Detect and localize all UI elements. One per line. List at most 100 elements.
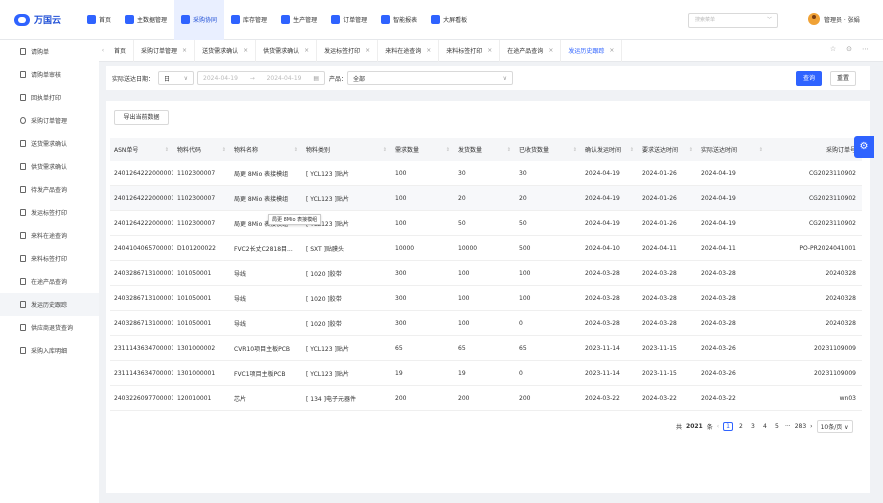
column-header[interactable]: 物料名称 ⇕ bbox=[230, 145, 302, 155]
top-nav-item[interactable]: 主数据管理 bbox=[118, 0, 174, 40]
logo[interactable]: 万国云 bbox=[14, 13, 80, 26]
close-icon[interactable]: × bbox=[426, 47, 431, 54]
sidebar-item[interactable]: 待发产品查询 bbox=[0, 178, 99, 201]
date-range-picker[interactable]: 2024-04-19 → 2024-04-19 ▤ bbox=[197, 71, 326, 85]
sidebar-item[interactable]: 采购入库明细 bbox=[0, 339, 99, 362]
sidebar-item[interactable]: 在途产品查询 bbox=[0, 270, 99, 293]
table-row[interactable]: 2311143634700001 1301000002 CVR10项目主板PCB [ … bbox=[110, 336, 862, 361]
sidebar-item[interactable]: 回执单打印 bbox=[0, 86, 99, 109]
sidebar-item[interactable]: 发运历史跟踪 bbox=[0, 293, 99, 316]
sort-icon[interactable]: ⇕ bbox=[294, 147, 298, 153]
sidebar-item[interactable]: 来料标签打印 bbox=[0, 247, 99, 270]
page-number[interactable]: 2 bbox=[737, 423, 745, 430]
tab-item[interactable]: 发运历史跟踪 × bbox=[561, 39, 623, 62]
search-button[interactable]: 查询 bbox=[796, 71, 822, 86]
column-header[interactable]: 采购订单号 bbox=[767, 145, 862, 154]
table-row[interactable]: 2403286713100001 101050001 导线 [ 1020 ]胶带 300… bbox=[110, 261, 862, 286]
top-nav-item[interactable]: 库存管理 bbox=[224, 0, 274, 40]
close-icon[interactable]: × bbox=[243, 47, 248, 54]
tab-item[interactable]: 在途产品查询 × bbox=[500, 39, 562, 62]
table-cell: 101050001 bbox=[177, 294, 212, 302]
top-nav-item[interactable]: 生产管理 bbox=[274, 0, 324, 40]
user-menu[interactable]: 管理员 · 张娟 bbox=[808, 13, 860, 25]
close-icon[interactable]: × bbox=[182, 47, 187, 54]
tab-label: 送货需求确认 bbox=[202, 48, 239, 55]
table-row[interactable]: 2311143634700001 1301000001 FVC1项目主板PCB [ Y… bbox=[110, 361, 862, 386]
page-number[interactable]: 4 bbox=[761, 423, 769, 430]
sidebar-item[interactable]: 请购单 bbox=[0, 40, 99, 63]
sort-icon[interactable]: ⇕ bbox=[446, 147, 450, 153]
table-row[interactable]: 2403286713100001 101050001 导线 [ 1020 ]胶带 300… bbox=[110, 286, 862, 311]
table-row[interactable]: 2404104065700001 D101200022 FVC2长丈C2818目..… bbox=[110, 236, 862, 261]
column-header[interactable]: ASN单号 ⇕ bbox=[110, 145, 173, 155]
sidebar-item[interactable]: 请购单审核 bbox=[0, 63, 99, 86]
tab-item[interactable]: 发运标签打印 × bbox=[317, 39, 379, 62]
column-header[interactable]: 已收货数量 ⇕ bbox=[515, 145, 581, 155]
report-icon bbox=[381, 15, 391, 24]
table-row[interactable]: 2401264222000001 1102300007 局更 8Mio 表接模组[ … bbox=[110, 161, 862, 186]
column-header[interactable]: 物料类别 ⇕ bbox=[302, 145, 391, 155]
tab-item[interactable]: 送货需求确认 × bbox=[195, 39, 257, 62]
tab-item[interactable]: 采购订单管理 × bbox=[134, 39, 196, 62]
column-header[interactable]: 需求数量 ⇕ bbox=[391, 145, 454, 155]
top-nav-item[interactable]: 订单管理 bbox=[324, 0, 374, 40]
sort-icon[interactable]: ⇕ bbox=[630, 147, 634, 153]
sidebar-item[interactable]: 采购订单管理 bbox=[0, 109, 99, 132]
help-icon[interactable]: ⊙ bbox=[846, 45, 852, 53]
top-nav-item[interactable]: 采购协同 bbox=[174, 0, 225, 40]
tab-item[interactable]: 首页 bbox=[107, 39, 135, 62]
sort-icon[interactable]: ⇕ bbox=[759, 147, 763, 153]
next-page-icon[interactable]: › bbox=[810, 423, 812, 430]
close-icon[interactable]: × bbox=[609, 47, 614, 54]
close-icon[interactable]: × bbox=[365, 47, 370, 54]
close-icon[interactable]: × bbox=[304, 47, 309, 54]
tab-scroll-left-icon[interactable]: ‹ bbox=[99, 47, 107, 54]
top-nav-item[interactable]: 智能报表 bbox=[374, 0, 424, 40]
tab-item[interactable]: 来料在途查询 × bbox=[378, 39, 440, 62]
settings-gear-icon[interactable]: ⚙ bbox=[854, 136, 874, 158]
sort-icon[interactable]: ⇕ bbox=[573, 147, 577, 153]
sort-icon[interactable]: ⇕ bbox=[165, 147, 169, 153]
page-number-last[interactable]: 283 bbox=[795, 423, 806, 430]
product-select[interactable]: 全部 ∨ bbox=[347, 71, 514, 85]
table-row[interactable]: 2403286713100001 101050001 导线 [ 1020 ]胶带 300… bbox=[110, 311, 862, 336]
export-button[interactable]: 导出当前数据 bbox=[114, 110, 169, 125]
sidebar-item[interactable]: 发运标签打印 bbox=[0, 201, 99, 224]
column-header-label: 需求数量 bbox=[395, 147, 420, 154]
star-icon[interactable]: ☆ bbox=[830, 45, 836, 53]
column-header[interactable]: 要求送达时间 ⇕ bbox=[638, 145, 697, 155]
table-row[interactable]: 2401264222000001 1102300007 局更 8Mio 表接模组[ … bbox=[110, 211, 862, 236]
sidebar-item[interactable]: 来料在途查询 bbox=[0, 224, 99, 247]
sort-icon[interactable]: ⇕ bbox=[689, 147, 693, 153]
table-cell: 50 bbox=[519, 219, 527, 227]
page-number[interactable]: 5 bbox=[773, 423, 781, 430]
prev-page-icon[interactable]: ‹ bbox=[717, 423, 719, 430]
close-icon[interactable]: × bbox=[548, 47, 553, 54]
page-number[interactable]: 3 bbox=[749, 423, 757, 430]
column-header[interactable]: 确认发运时间 ⇕ bbox=[581, 145, 638, 155]
sort-icon[interactable]: ⇕ bbox=[383, 147, 387, 153]
page-ellipsis[interactable]: ··· bbox=[785, 423, 791, 430]
page-number[interactable]: 1 bbox=[723, 422, 733, 431]
table-row[interactable]: 2403226097700001 120010001 芯片 [ 134 ]电子元器件 2… bbox=[110, 386, 862, 411]
sort-icon[interactable]: ⇕ bbox=[222, 147, 226, 153]
sidebar-item[interactable]: 送货需求确认 bbox=[0, 132, 99, 155]
sort-icon[interactable]: ⇕ bbox=[507, 147, 511, 153]
more-icon[interactable]: ⋯ bbox=[862, 45, 869, 53]
column-header[interactable]: 实际送达时间 ⇕ bbox=[697, 145, 767, 155]
date-type-select[interactable]: 日 ∨ bbox=[158, 71, 195, 85]
table-cell: 300 bbox=[395, 269, 407, 277]
page-size-select[interactable]: 10条/页 ∨ bbox=[816, 420, 853, 433]
table-row[interactable]: 2401264222000001 1102300007 局更 8Mio 表接模组[ … bbox=[110, 186, 862, 211]
menu-search-input[interactable]: 搜索菜单 ﹀ bbox=[688, 13, 778, 28]
tab-item[interactable]: 来料标签打印 × bbox=[439, 39, 501, 62]
top-nav-item[interactable]: 大屏看板 bbox=[424, 0, 474, 40]
column-header[interactable]: 物料代码 ⇕ bbox=[173, 145, 230, 155]
sidebar-item[interactable]: 供应商退货查询 bbox=[0, 316, 99, 339]
column-header[interactable]: 发货数量 ⇕ bbox=[454, 145, 515, 155]
tab-item[interactable]: 供货需求确认 × bbox=[256, 39, 318, 62]
close-icon[interactable]: × bbox=[487, 47, 492, 54]
top-nav-item[interactable]: 首页 bbox=[80, 0, 118, 40]
sidebar-item[interactable]: 供货需求确认 bbox=[0, 155, 99, 178]
reset-button[interactable]: 重置 bbox=[830, 71, 856, 86]
